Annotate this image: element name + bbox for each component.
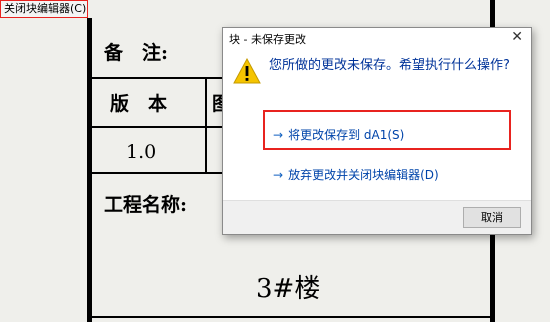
arrow-right-icon: →	[273, 128, 284, 142]
table-row-line-3	[90, 172, 224, 174]
close-block-editor-button[interactable]: 关闭块编辑器(C)	[0, 0, 88, 18]
remarks-label: 备 注:	[104, 42, 169, 64]
table-row-line-2	[90, 126, 224, 128]
save-changes-label: 将更改保存到 dA1(S)	[288, 128, 405, 142]
dialog-question: 您所做的更改未保存。希望执行什么操作?	[269, 58, 510, 73]
version-value: 1.0	[126, 141, 157, 163]
save-changes-option[interactable]: → 将更改保存到 dA1(S)	[273, 126, 404, 143]
close-icon[interactable]: ✕	[511, 29, 523, 45]
table-row-line-4	[90, 316, 492, 318]
cancel-button[interactable]: 取消	[463, 207, 521, 228]
discard-changes-option[interactable]: → 放弃更改并关闭块编辑器(D)	[273, 166, 439, 183]
dialog-footer: 取消	[223, 200, 531, 234]
dialog-title: 块 - 未保存更改	[229, 33, 306, 46]
project-name-label: 工程名称:	[104, 194, 188, 216]
frame-left-line	[87, 18, 92, 322]
discard-changes-label: 放弃更改并关闭块编辑器(D)	[288, 168, 439, 182]
arrow-right-icon: →	[273, 168, 284, 182]
warning-icon	[233, 58, 261, 84]
building-name: 3#楼	[256, 274, 321, 304]
unsaved-changes-dialog: 块 - 未保存更改 ✕ 您所做的更改未保存。希望执行什么操作? → 将更改保存到 …	[222, 27, 532, 235]
table-row-line-1	[90, 77, 224, 79]
version-header: 版 本	[110, 93, 168, 115]
